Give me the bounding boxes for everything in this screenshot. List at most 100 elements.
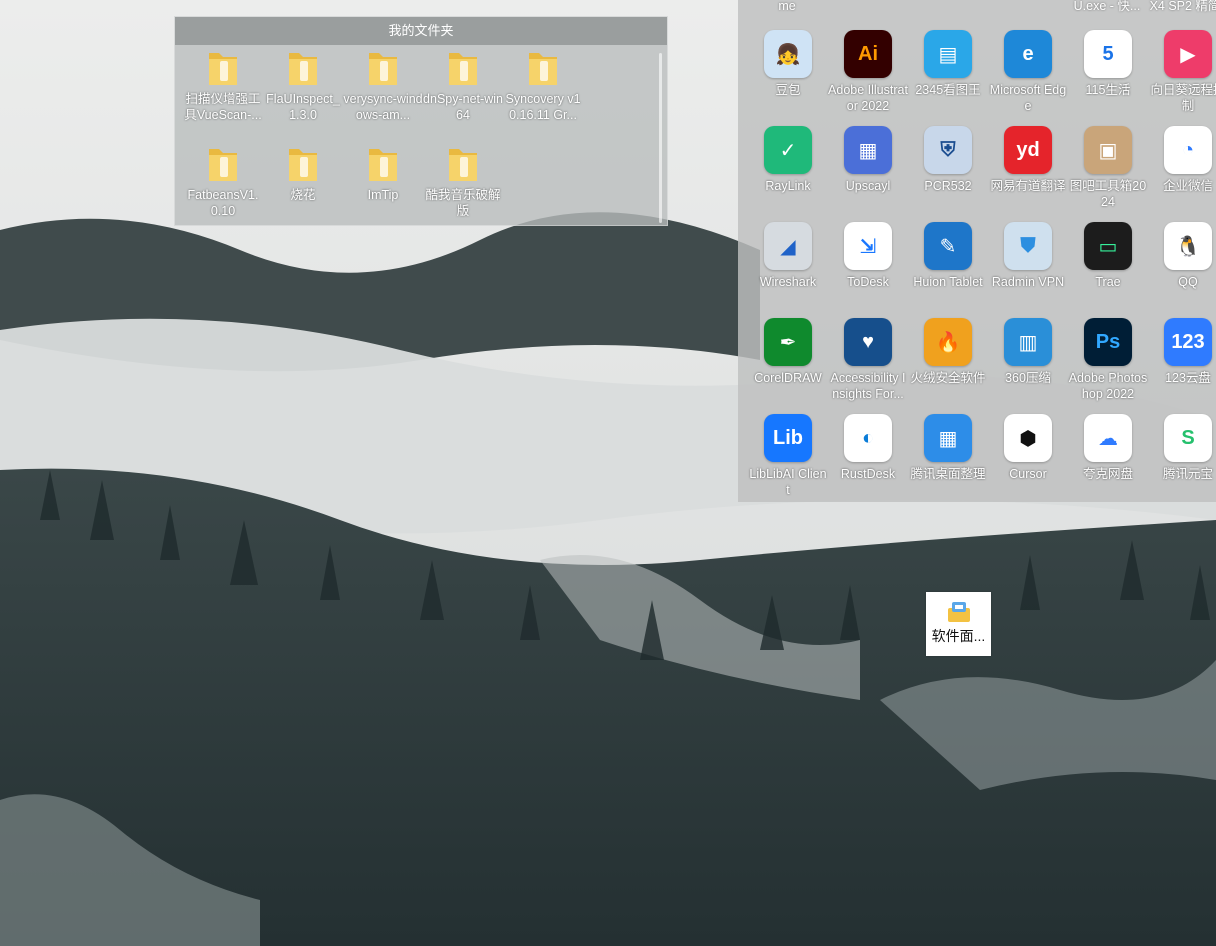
- app-shortcut[interactable]: Ps Adobe Photoshop 2022: [1068, 318, 1148, 402]
- app-icon-glyph: ▭: [1098, 235, 1118, 258]
- folder-item[interactable]: 酷我音乐破解版: [423, 143, 503, 219]
- folder-item[interactable]: ImTip: [343, 143, 423, 203]
- upscayl-icon: ▦: [844, 126, 892, 174]
- app-icon-glyph: ✒: [779, 331, 797, 354]
- app-shortcut-label: 火绒安全软件: [910, 371, 986, 385]
- app-shortcut[interactable]: 🔥 火绒安全软件: [908, 318, 988, 386]
- folder-item[interactable]: Syncovery v10.16.11 Gr...: [503, 47, 583, 123]
- app-shortcut-label: 企业微信: [1162, 179, 1213, 193]
- 123pan-icon: 123: [1164, 318, 1212, 366]
- app-icon-glyph: Ai: [858, 42, 878, 65]
- folder-icon: [366, 143, 400, 183]
- app-icon-glyph: ▤: [938, 43, 958, 66]
- folder-item[interactable]: 扫描仪增强工具VueScan-...: [183, 47, 263, 123]
- app-shortcut[interactable]: ◔ 企业微信: [1148, 126, 1216, 194]
- folder-item[interactable]: FlaUInspect_1.3.0: [263, 47, 343, 123]
- folder-window[interactable]: 我的文件夹 扫描仪增强工具VueScan-... FlaUInspect_1.3.…: [174, 16, 668, 226]
- app-shortcut[interactable]: ▶ 向日葵远程控制: [1148, 30, 1216, 114]
- app-shortcut[interactable]: yd 网易有道翻译: [988, 126, 1068, 194]
- app-shortcut[interactable]: ⬢ Cursor: [988, 414, 1068, 482]
- coreldraw-icon: ✒: [764, 318, 812, 366]
- tencent-desktop-icon: ▦: [924, 414, 972, 462]
- app-shortcut[interactable]: Ai Adobe Illustrator 2022: [828, 30, 908, 114]
- app-shortcut[interactable]: ⛊ Radmin VPN: [988, 222, 1068, 290]
- doubao-icon: 👧: [764, 30, 812, 78]
- app-shortcut-label: 豆包: [775, 83, 801, 97]
- app-shortcut-label: Microsoft Edge: [989, 83, 1067, 113]
- app-shortcut[interactable]: 👧 豆包: [748, 30, 828, 98]
- app-shortcut[interactable]: ♥ Accessibility Insights For...: [828, 318, 908, 402]
- huion-icon: ✎: [924, 222, 972, 270]
- app-shortcut[interactable]: ◐ RustDesk: [828, 414, 908, 482]
- app-shortcut[interactable]: ✓ RayLink: [748, 126, 828, 194]
- app-shortcut[interactable]: ▣ 图吧工具箱2024: [1068, 126, 1148, 210]
- rustdesk-icon: ◐: [844, 414, 892, 462]
- app-shortcut-label: 123云盘: [1165, 371, 1211, 385]
- app-shortcut[interactable]: ⛨ PCR532: [908, 126, 988, 194]
- app-shortcut[interactable]: ⇲ ToDesk: [828, 222, 908, 290]
- app-shortcut-label: Wireshark: [759, 275, 817, 289]
- folder-item-label: dnSpy-net-win64: [423, 92, 503, 122]
- app-shortcut-label: Huion Tablet: [913, 275, 983, 289]
- app-shortcut[interactable]: ✒ CorelDRAW: [748, 318, 828, 386]
- edge-icon: e: [1004, 30, 1052, 78]
- qq-icon: 🐧: [1164, 222, 1212, 270]
- folder-item-label: FatbeansV1.0.10: [187, 188, 259, 218]
- app-shortcut[interactable]: 5 115生活: [1068, 30, 1148, 98]
- app-icon-glyph: ▦: [858, 139, 878, 162]
- app-shortcut[interactable]: ▦ 腾讯桌面整理: [908, 414, 988, 482]
- app-icon-glyph: ⬢: [1019, 427, 1037, 450]
- app-shortcut-label: 2345看图王: [915, 83, 981, 97]
- huorong-icon: 🔥: [924, 318, 972, 366]
- folder-item-label: 扫描仪增强工具VueScan-...: [184, 92, 262, 122]
- app-shortcut-label: RayLink: [765, 179, 811, 193]
- wecom-icon: ◔: [1164, 126, 1212, 174]
- folder-item-label: 酷我音乐破解版: [425, 188, 501, 218]
- accessibility-insights-icon: ♥: [844, 318, 892, 366]
- app-shortcut[interactable]: 🐧 QQ: [1148, 222, 1216, 290]
- desktop-shortcut-software-panel[interactable]: 软件面...: [926, 592, 991, 656]
- app-shortcut[interactable]: ☁ 夸克网盘: [1068, 414, 1148, 482]
- photoshop-icon: Ps: [1084, 318, 1132, 366]
- software-panel-icon: [946, 600, 972, 624]
- app-shortcut-label: 夸克网盘: [1082, 467, 1133, 481]
- app-shortcut[interactable]: 123 123云盘: [1148, 318, 1216, 386]
- folder-item[interactable]: FatbeansV1.0.10: [183, 143, 263, 219]
- app-shortcut-label: 115生活: [1085, 83, 1131, 97]
- app-icon-glyph: ▦: [938, 427, 958, 450]
- app-icon-glyph: ◔: [1181, 138, 1195, 161]
- folder-icon: [286, 143, 320, 183]
- app-shortcut[interactable]: ▭ Trae: [1068, 222, 1148, 290]
- apps-panel[interactable]: me U.exe - 快... X4 SP2 精简 👧 豆包 Ai Adobe Ill…: [738, 0, 1216, 502]
- app-shortcut-label: Trae: [1095, 275, 1121, 289]
- folder-item[interactable]: 烧花: [263, 143, 343, 203]
- app-icon-glyph: ♥: [862, 330, 874, 353]
- app-shortcut-label: Adobe Photoshop 2022: [1068, 371, 1148, 401]
- app-icon-glyph: 123: [1171, 330, 1205, 353]
- pcr532-icon: ⛨: [924, 126, 972, 174]
- folder-icon: [206, 143, 240, 183]
- app-shortcut[interactable]: Lib LibLibAI Client: [748, 414, 828, 498]
- app-shortcut-label: Adobe Illustrator 2022: [828, 83, 908, 113]
- app-shortcut[interactable]: ✎ Huion Tablet: [908, 222, 988, 290]
- app-icon-glyph: ✓: [779, 139, 797, 162]
- app-shortcut-label: Cursor: [1009, 467, 1047, 481]
- app-shortcut-label: Accessibility Insights For...: [830, 371, 906, 401]
- app-shortcut[interactable]: e Microsoft Edge: [988, 30, 1068, 114]
- app-shortcut-label: 图吧工具箱2024: [1069, 179, 1147, 209]
- app-shortcut[interactable]: ◢ Wireshark: [748, 222, 828, 290]
- todesk-icon: ⇲: [844, 222, 892, 270]
- sunlogin-icon: ▶: [1164, 30, 1212, 78]
- folder-item-label: ImTip: [367, 188, 399, 202]
- folder-scrollbar[interactable]: [659, 53, 662, 223]
- folder-item[interactable]: verysync-windows-am...: [343, 47, 423, 123]
- app-icon-glyph: e: [1022, 42, 1034, 65]
- app-shortcut[interactable]: S 腾讯元宝: [1148, 414, 1216, 482]
- app-icon-glyph: 🐧: [1175, 235, 1201, 258]
- app-shortcut[interactable]: ▦ Upscayl: [828, 126, 908, 194]
- folder-item-label: verysync-windows-am...: [343, 92, 423, 122]
- app-shortcut-label: 360压缩: [1005, 371, 1051, 385]
- app-shortcut[interactable]: ▥ 360压缩: [988, 318, 1068, 386]
- folder-item[interactable]: dnSpy-net-win64: [423, 47, 503, 123]
- app-shortcut[interactable]: ▤ 2345看图王: [908, 30, 988, 98]
